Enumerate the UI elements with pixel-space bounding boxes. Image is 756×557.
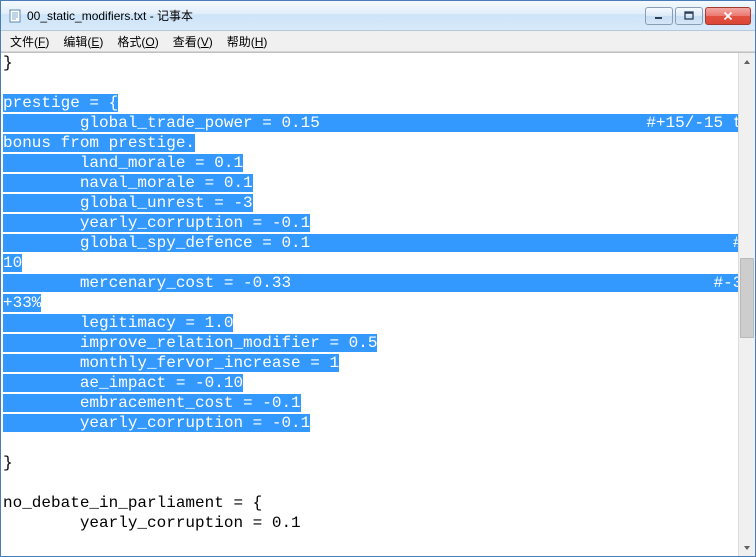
close-button[interactable]	[705, 7, 751, 25]
code-line: improve_relation_modifier = 0.5	[3, 333, 736, 353]
code-line: mercenary_cost = -0.33 #-33 to	[3, 273, 736, 293]
menubar: 文件(F) 编辑(E) 格式(O) 查看(V) 帮助(H)	[1, 31, 755, 52]
code-line: yearly_corruption = -0.1	[3, 213, 736, 233]
maximize-button[interactable]	[675, 7, 703, 25]
menu-view[interactable]: 查看(V)	[166, 31, 220, 52]
vertical-scrollbar[interactable]	[738, 53, 755, 556]
menu-edit[interactable]: 编辑(E)	[56, 31, 110, 52]
close-icon	[723, 11, 733, 21]
code-line	[3, 473, 736, 493]
code-line: monthly_fervor_increase = 1	[3, 353, 736, 373]
app-icon	[7, 8, 23, 24]
code-line: land_morale = 0.1	[3, 153, 736, 173]
code-line: prestige = {	[3, 93, 736, 113]
code-line: 10	[3, 253, 736, 273]
minimize-button[interactable]	[645, 7, 673, 25]
code-line: yearly_corruption = -0.1	[3, 413, 736, 433]
code-line: global_trade_power = 0.15 #+15/-15 total	[3, 113, 736, 133]
text-editor[interactable]: } prestige = { global_trade_power = 0.15 …	[1, 53, 738, 556]
chevron-down-icon	[743, 544, 751, 552]
content-area: X }prestige = { global_trade_power = 0.1…	[1, 52, 755, 556]
code-line: ae_impact = -0.10	[3, 373, 736, 393]
scroll-track[interactable]	[739, 70, 755, 539]
scroll-down-button[interactable]	[739, 539, 755, 556]
code-line	[3, 73, 736, 93]
titlebar[interactable]: 00_static_modifiers.txt - 记事本	[1, 1, 755, 31]
code-line: }	[3, 453, 736, 473]
code-line: no_debate_in_parliament = {	[3, 493, 736, 513]
window-title: 00_static_modifiers.txt - 记事本	[27, 7, 645, 24]
code-line: naval_morale = 0.1	[3, 173, 736, 193]
code-line: yearly_corruption = 0.1	[3, 513, 736, 533]
code-line: legitimacy = 1.0	[3, 313, 736, 333]
code-line: bonus from prestige.	[3, 133, 736, 153]
maximize-icon	[684, 11, 694, 21]
notepad-window: 00_static_modifiers.txt - 记事本 文件(F) 编辑(E…	[0, 0, 756, 557]
menu-file[interactable]: 文件(F)	[3, 31, 56, 52]
menu-format[interactable]: 格式(O)	[110, 31, 165, 52]
scroll-thumb[interactable]	[740, 258, 754, 338]
code-line: global_unrest = -3	[3, 193, 736, 213]
window-controls	[645, 7, 751, 25]
scroll-up-button[interactable]	[739, 53, 755, 70]
code-line	[3, 433, 736, 453]
code-line: embracement_cost = -0.1	[3, 393, 736, 413]
menu-help[interactable]: 帮助(H)	[220, 31, 275, 52]
code-line: }	[3, 53, 736, 73]
chevron-up-icon	[743, 58, 751, 66]
code-line: global_spy_defence = 0.1 #+10/-	[3, 233, 736, 253]
code-line: +33%	[3, 293, 736, 313]
minimize-icon	[654, 11, 664, 21]
